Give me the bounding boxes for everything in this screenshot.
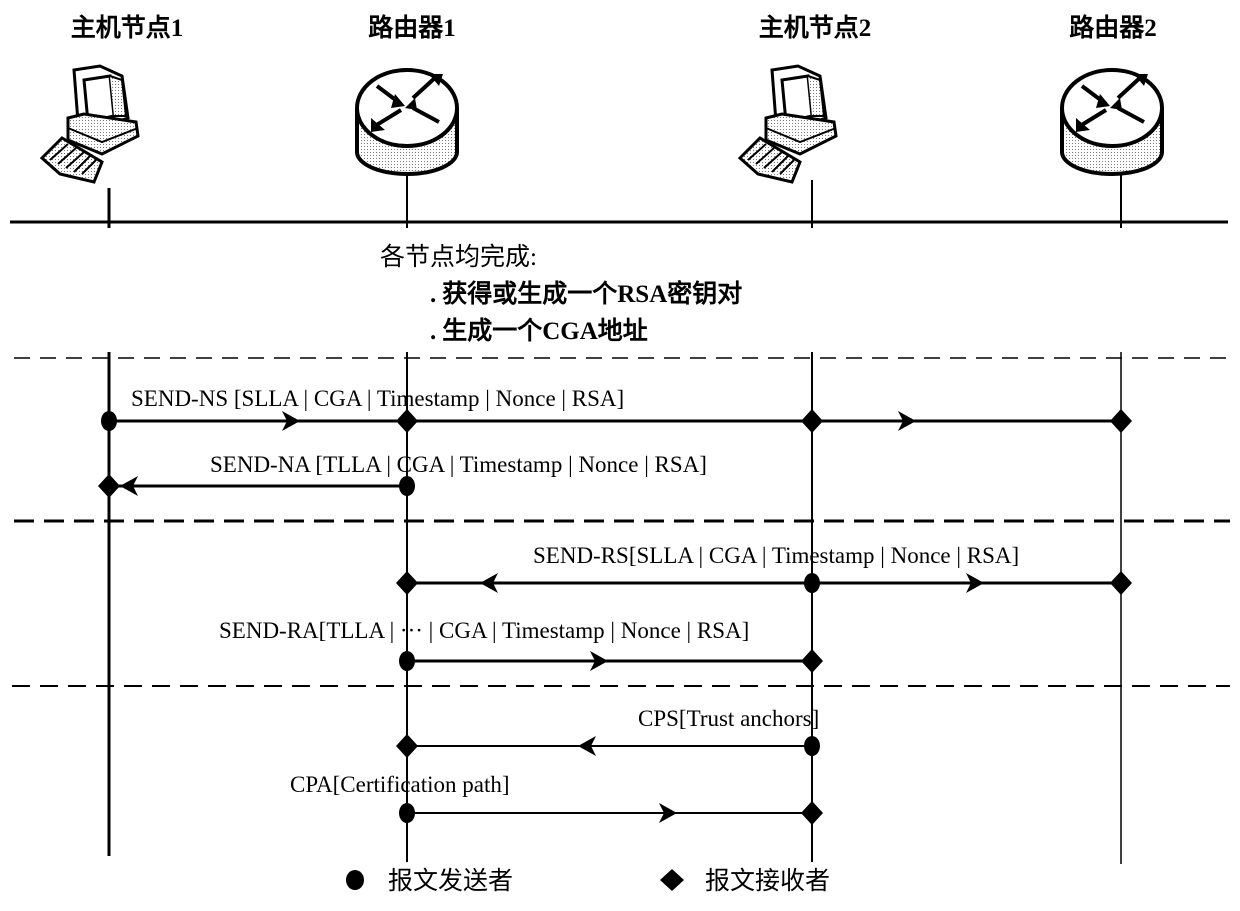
setup-note: 各节点均完成: . 获得或生成一个RSA密钥对 . 生成一个CGA地址 xyxy=(380,243,742,345)
legend-receiver-label: 报文接收者 xyxy=(705,867,830,895)
diagram-canvas: 主机节点1 路由器1 主机节点2 路由器2 各节点均完成: . 获得或生成一个R… xyxy=(10,13,1230,895)
message-label-send-rs: SEND-RS[SLLA | CGA | Timestamp | Nonce |… xyxy=(533,543,1019,568)
receiver-marker-diamond-icon xyxy=(801,801,823,825)
receiver-marker-diamond-icon xyxy=(98,474,120,498)
message-label-send-ns: SEND-NS [SLLA | CGA | Timestamp | Nonce … xyxy=(131,386,624,411)
sender-marker-circle-icon xyxy=(804,736,820,756)
receiver-marker-diamond-icon xyxy=(396,734,418,758)
router-icon xyxy=(355,68,459,176)
receiver-marker-diamond-icon xyxy=(1110,409,1132,433)
sender-marker-circle-icon xyxy=(399,651,415,671)
message-label-cps: CPS[Trust anchors] xyxy=(638,706,819,731)
sequence-diagram: 主机节点1 路由器1 主机节点2 路由器2 各节点均完成: . 获得或生成一个R… xyxy=(0,0,1240,906)
computer-icon xyxy=(39,64,140,184)
receiver-marker-diamond-icon xyxy=(801,409,823,433)
node-title-host2: 主机节点2 xyxy=(759,13,872,42)
sender-marker-circle-icon xyxy=(399,476,415,496)
legend: 报文发送者 报文接收者 xyxy=(346,867,830,895)
legend-sender-circle-icon xyxy=(346,870,364,890)
receiver-marker-diamond-icon xyxy=(801,649,823,673)
message-label-cpa: CPA[Certification path] xyxy=(290,772,510,797)
sender-marker-circle-icon xyxy=(101,411,117,431)
receiver-marker-diamond-icon xyxy=(396,409,418,433)
router-icon xyxy=(1060,68,1164,176)
setup-note-heading: 各节点均完成: xyxy=(380,243,537,271)
message-label-send-na: SEND-NA [TLLA | CGA | Timestamp | Nonce … xyxy=(210,452,707,477)
sender-marker-circle-icon xyxy=(804,573,820,593)
node-title-router1: 路由器1 xyxy=(368,14,456,42)
message-label-send-ra: SEND-RA[TLLA | ··· | CGA | Timestamp | N… xyxy=(219,618,749,643)
node-title-router2: 路由器2 xyxy=(1069,14,1157,42)
sender-marker-circle-icon xyxy=(399,803,415,823)
computer-icon xyxy=(737,64,838,184)
legend-sender-label: 报文发送者 xyxy=(388,867,513,895)
legend-receiver-diamond-icon xyxy=(660,869,684,891)
receiver-marker-diamond-icon xyxy=(396,571,418,595)
setup-note-item: . 生成一个CGA地址 xyxy=(430,317,648,345)
receiver-marker-diamond-icon xyxy=(1110,571,1132,595)
node-title-host1: 主机节点1 xyxy=(71,13,184,42)
setup-note-item: . 获得或生成一个RSA密钥对 xyxy=(430,279,742,308)
